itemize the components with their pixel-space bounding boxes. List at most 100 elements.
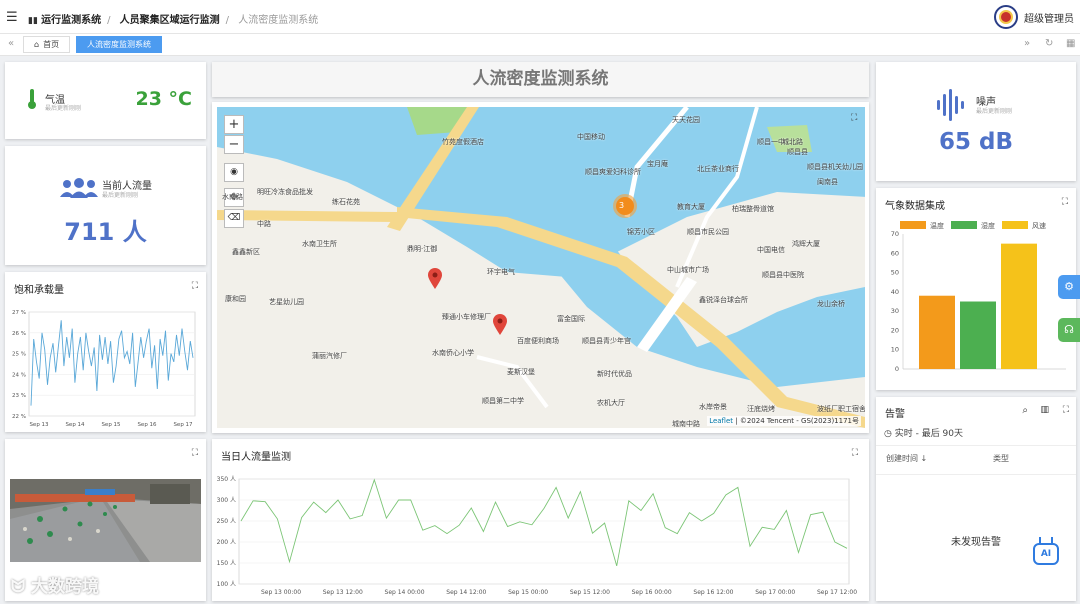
zoom-in-button[interactable]: +	[224, 115, 244, 134]
map-label[interactable]: 锦芳小区	[627, 227, 655, 237]
people-icon	[60, 178, 98, 198]
y-tick-label: 40	[891, 288, 899, 296]
refresh-icon[interactable]: ↻	[1045, 38, 1053, 49]
tab-home[interactable]: ⌂ 首页	[23, 36, 71, 53]
saturation-card: 饱和承载量 ⛶ 22 % 23 % 24 % 25 % 26 % 27 % Sep 13 Se…	[5, 272, 206, 432]
map-label[interactable]: 波纸厂职工宿舍	[817, 404, 865, 414]
map-label[interactable]: 鑫锐泽台球会所	[699, 295, 748, 305]
breadcrumb-item[interactable]: 人员聚集区域运行监测	[120, 15, 220, 26]
grid-icon[interactable]: ▦	[1066, 38, 1075, 49]
map-marker-tool-icon[interactable]: ◉	[224, 163, 244, 182]
settings-float-button[interactable]: ⚙	[1058, 275, 1080, 299]
x-tick-label: Sep 16 00:00	[632, 589, 672, 596]
map-label[interactable]: 城南中路	[672, 419, 700, 428]
map-label[interactable]: 顺昌爽爱妇科诊所	[585, 167, 641, 177]
map-label[interactable]: 环宇电气	[487, 267, 515, 277]
map-label[interactable]: 农机大厅	[597, 398, 625, 408]
map-label[interactable]: 练石花苑	[332, 197, 360, 207]
y-tick-label: 23 %	[12, 393, 26, 399]
map-label[interactable]: 新时代优品	[597, 369, 632, 379]
map-label[interactable]: 水岸帝景	[699, 402, 727, 412]
map[interactable]: 3 + − ◉ ✥ ⌫ ⛶ 竹苑度假酒店 中国移动 顺昌爽爱妇科诊所 宝月庵 北丘茶业商…	[217, 107, 865, 428]
map-label[interactable]: 柏瑞整骨道馆	[732, 204, 774, 214]
map-label[interactable]: 顺昌县机关幼儿园	[807, 162, 863, 172]
scroll-left-icon[interactable]: «	[8, 38, 14, 49]
map-label[interactable]: 城北路	[782, 137, 803, 147]
map-label[interactable]: 顺昌市民公园	[687, 227, 729, 237]
map-label[interactable]: 龙山余桥	[817, 299, 845, 309]
columns-icon[interactable]: ▥	[1040, 405, 1049, 415]
map-label[interactable]: 顺昌县青少年宫	[582, 336, 631, 346]
map-label[interactable]: 水南路	[222, 192, 243, 202]
column-header-type[interactable]: 类型	[993, 453, 1009, 464]
y-tick-label: 350 人	[217, 476, 236, 483]
map-label[interactable]: 康和园	[225, 294, 246, 304]
map-label[interactable]: 水南卫生所	[302, 239, 337, 249]
user-menu[interactable]: 超级管理员	[994, 4, 1074, 30]
menu-icon[interactable]: ☰	[6, 10, 18, 25]
map-label[interactable]: 顺昌县中医院	[762, 270, 804, 280]
search-icon[interactable]: ⌕	[1022, 405, 1028, 416]
map-label[interactable]: 百度便利商场	[517, 336, 559, 346]
daily-flow-card: 当日人流量监测 ⛶ 100 人 150 人 200 人 250 人 300 人 350 人…	[212, 439, 869, 601]
map-label[interactable]: 顺昌第二中学	[482, 396, 524, 406]
map-label[interactable]: 汪底烧烤	[747, 404, 775, 414]
map-cluster-count[interactable]: 3	[619, 201, 624, 210]
map-label[interactable]: 中国电信	[757, 245, 785, 255]
gear-icon: ⚙	[1064, 280, 1074, 293]
fullscreen-icon[interactable]: ⛶	[1063, 405, 1069, 415]
flow-updated: 最后更新刚刚	[102, 192, 139, 199]
map-label[interactable]: 教育大厦	[677, 202, 705, 212]
fullscreen-icon[interactable]: ⛶	[192, 448, 198, 458]
legend-label: 湿度	[981, 221, 995, 230]
plot-frame	[238, 478, 850, 585]
noise-value: 65 dB	[938, 129, 1013, 155]
map-label[interactable]: 富金国际	[557, 314, 585, 324]
map-marker-icon[interactable]	[492, 314, 508, 336]
x-tick-label: Sep 16	[137, 422, 157, 428]
map-label[interactable]: 水南侨心小学	[432, 348, 474, 358]
map-label[interactable]: 蒲丽汽修厂	[312, 351, 347, 361]
camera-card: ⛶ ᗢ 大数跨境	[5, 439, 206, 601]
flow-value: 711 人	[64, 218, 147, 246]
map-label[interactable]: 天天花园	[672, 115, 700, 125]
scroll-right-icon[interactable]: »	[1024, 38, 1030, 49]
support-float-button[interactable]: ☊	[1058, 318, 1080, 342]
x-tick-label: Sep 15	[101, 422, 121, 428]
tab-label: 首页	[43, 40, 60, 49]
map-label[interactable]: 鑫鑫新区	[232, 247, 260, 257]
map-marker-icon[interactable]	[427, 268, 443, 290]
clock-icon: ◷	[884, 429, 895, 439]
map-label[interactable]: 臻通小车修理厂	[442, 312, 491, 322]
map-label[interactable]: 明旺冷冻食品批发	[257, 187, 313, 197]
breadcrumb: ▮▮ 运行监测系统 / 人员聚集区域运行监测 / 人流密度监测系统	[28, 15, 319, 26]
map-tiles[interactable]	[217, 107, 865, 428]
map-label[interactable]: 闽南县	[817, 177, 838, 187]
leaflet-link[interactable]: Leaflet	[709, 417, 733, 425]
map-label[interactable]: 竹苑度假酒店	[442, 137, 484, 147]
eraser-tool-icon[interactable]: ⌫	[224, 209, 244, 228]
map-fullscreen-icon[interactable]: ⛶	[851, 113, 857, 123]
tab-current[interactable]: 人流密度监测系统	[76, 36, 162, 53]
map-label[interactable]: 中国移动	[577, 132, 605, 142]
alarm-range-text: 实时 - 最后 90天	[894, 429, 964, 439]
map-label[interactable]: 鸿辉大厦	[792, 239, 820, 249]
zoom-out-button[interactable]: −	[224, 135, 244, 154]
map-label[interactable]: 麦斯汉堡	[507, 367, 535, 377]
map-label[interactable]: 顺昌一中	[757, 137, 785, 147]
breadcrumb-item[interactable]: 运行监测系统	[41, 15, 101, 26]
y-tick-label: 100 人	[217, 581, 236, 588]
map-label[interactable]: 中路	[257, 219, 271, 229]
ai-assistant-button[interactable]: AI	[1033, 537, 1059, 565]
x-tick-label: Sep 13 12:00	[323, 589, 363, 596]
map-label[interactable]: 鼎明·江御	[407, 244, 437, 254]
camera-feed-image[interactable]	[10, 479, 201, 562]
map-label[interactable]: 北丘茶业商行	[697, 164, 739, 174]
map-label[interactable]: 中山城市广场	[667, 265, 709, 275]
map-label[interactable]: 宝月庵	[647, 159, 668, 169]
temperature-updated: 最后更新刚刚	[45, 105, 82, 112]
map-label[interactable]: 艺星幼儿园	[269, 297, 304, 307]
column-header-time[interactable]: 创建时间 ↓	[886, 453, 927, 464]
map-label[interactable]: 顺昌县	[787, 147, 808, 157]
y-tick-label: 26 %	[12, 331, 26, 337]
